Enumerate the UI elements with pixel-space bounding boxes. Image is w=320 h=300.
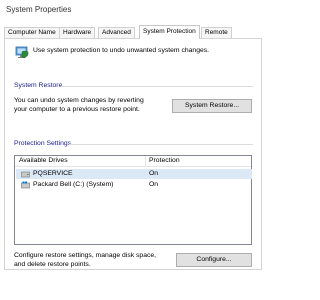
tab-hardware[interactable]: Hardware bbox=[59, 27, 96, 38]
computer-shield-icon bbox=[15, 45, 29, 59]
window-title: System Properties bbox=[6, 5, 72, 14]
system-restore-button[interactable]: System Restore... bbox=[172, 99, 252, 113]
system-protection-panel: Use system protection to undo unwanted s… bbox=[4, 38, 262, 270]
title-bar: System Properties bbox=[0, 0, 264, 20]
column-protection[interactable]: Protection bbox=[149, 157, 180, 164]
drives-list-header: Available Drives Protection bbox=[15, 156, 251, 167]
drive-name: PQSERVICE bbox=[33, 170, 73, 177]
windows-drive-icon bbox=[21, 181, 30, 189]
configure-button[interactable]: Configure... bbox=[176, 253, 252, 267]
drive-name: Packard Bell (C:) (System) bbox=[33, 181, 114, 188]
protection-settings-group-title: Protection Settings bbox=[14, 140, 72, 147]
drive-row-system[interactable]: Packard Bell (C:) (System) On bbox=[16, 180, 252, 190]
tab-strip: Computer Name Hardware Advanced System P… bbox=[4, 25, 262, 39]
column-available-drives[interactable]: Available Drives bbox=[19, 157, 68, 164]
system-restore-group-title: System Restore bbox=[14, 82, 63, 89]
tab-system-protection[interactable]: System Protection bbox=[139, 25, 200, 39]
drive-icon bbox=[21, 170, 30, 178]
protection-settings-divider bbox=[69, 144, 253, 145]
system-restore-desc-line1: You can undo system changes by reverting bbox=[14, 97, 144, 104]
column-separator bbox=[145, 156, 146, 167]
tab-advanced[interactable]: Advanced bbox=[98, 27, 135, 38]
tab-remote[interactable]: Remote bbox=[201, 27, 232, 38]
drives-list[interactable]: Available Drives Protection PQSERVICE On… bbox=[14, 155, 252, 245]
intro-text: Use system protection to undo unwanted s… bbox=[33, 47, 210, 54]
drive-protection-status: On bbox=[149, 170, 159, 177]
system-restore-desc-line2: your computer to a previous restore poin… bbox=[14, 106, 140, 113]
drive-protection-status: On bbox=[149, 181, 159, 188]
configure-desc-line1: Configure restore settings, manage disk … bbox=[14, 252, 157, 259]
tab-computer-name[interactable]: Computer Name bbox=[4, 27, 60, 38]
drive-row-pqservice[interactable]: PQSERVICE On bbox=[16, 169, 252, 179]
system-restore-divider bbox=[61, 86, 253, 87]
